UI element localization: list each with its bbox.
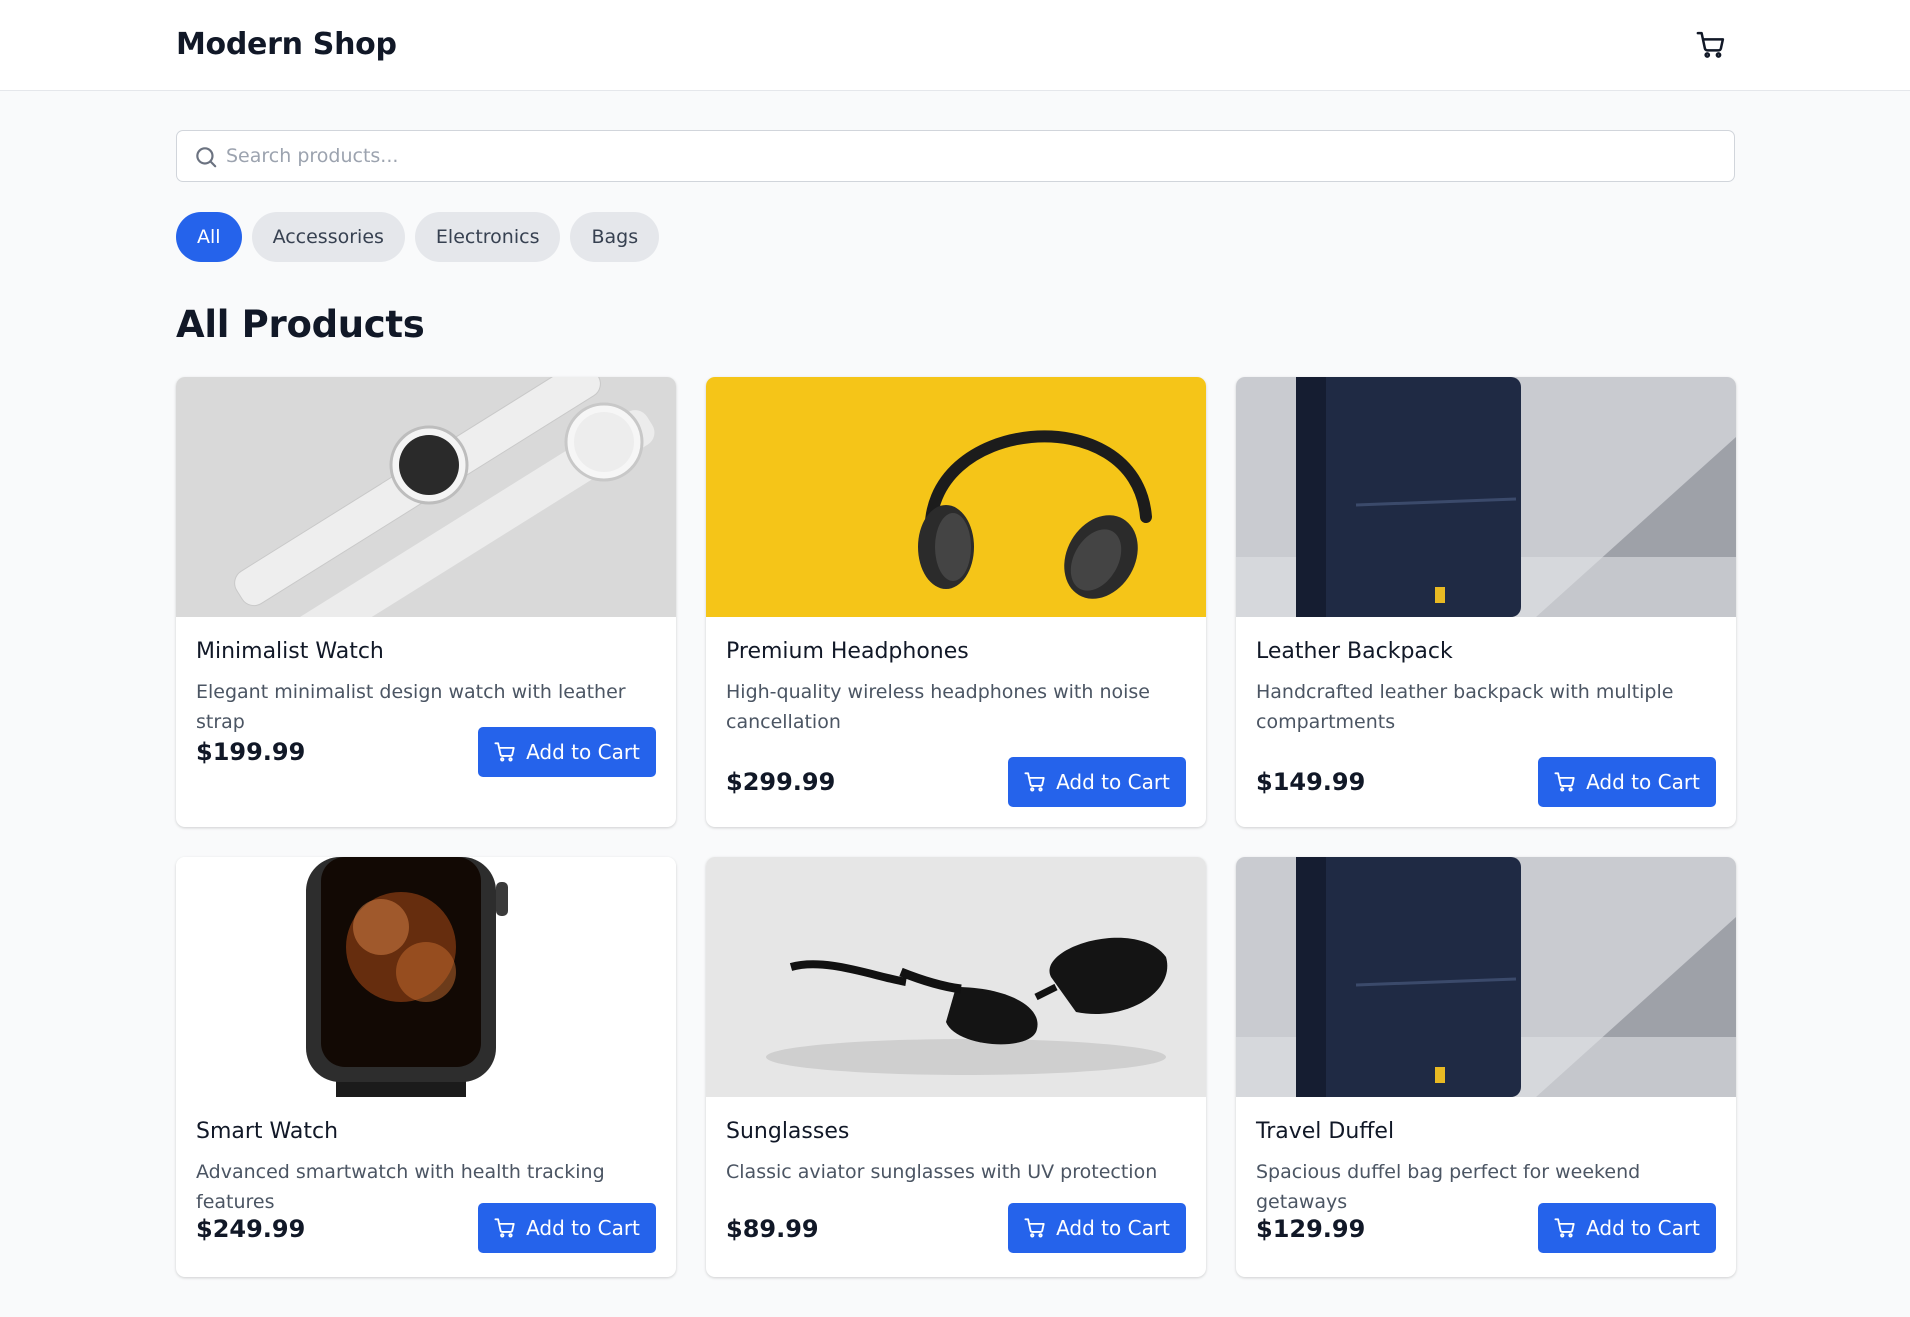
- product-grid: Minimalist Watch Elegant minimalist desi…: [176, 377, 1736, 1277]
- product-price: $89.99: [726, 1215, 819, 1243]
- add-to-cart-button[interactable]: Add to Cart: [478, 1203, 656, 1253]
- product-image-minimalist-watch[interactable]: [176, 377, 676, 617]
- product-image-smart-watch[interactable]: [176, 857, 676, 1097]
- filter-chip-accessories[interactable]: Accessories: [251, 212, 405, 262]
- product-price: $149.99: [1256, 768, 1366, 796]
- product-image-premium-headphones[interactable]: [706, 377, 1206, 617]
- product-price: $299.99: [726, 768, 836, 796]
- product-image-travel-duffel[interactable]: [1236, 857, 1736, 1097]
- product-card: Sunglasses Classic aviator sunglasses wi…: [706, 857, 1206, 1277]
- top-navigation-bar: Modern Shop: [0, 0, 1910, 91]
- cart-icon: [1024, 1218, 1045, 1238]
- product-name: Smart Watch: [196, 1119, 339, 1144]
- cart-icon: [1024, 772, 1045, 792]
- add-to-cart-button[interactable]: Add to Cart: [1008, 757, 1186, 807]
- section-title: All Products: [176, 303, 425, 346]
- product-card: Smart Watch Advanced smartwatch with hea…: [176, 857, 676, 1277]
- category-filter-bar: All Accessories Electronics Bags: [176, 212, 660, 262]
- product-description: Handcrafted leather backpack with multip…: [1256, 681, 1674, 733]
- add-to-cart-label: Add to Cart: [526, 1216, 640, 1240]
- cart-icon: [494, 742, 515, 762]
- product-description: Classic aviator sunglasses with UV prote…: [726, 1161, 1158, 1183]
- product-image-sunglasses[interactable]: [706, 857, 1206, 1097]
- product-description: High-quality wireless headphones with no…: [726, 681, 1150, 733]
- product-card: Premium Headphones High-quality wireless…: [706, 377, 1206, 827]
- product-name: Minimalist Watch: [196, 639, 384, 664]
- product-card: Leather Backpack Handcrafted leather bac…: [1236, 377, 1736, 827]
- product-image-leather-backpack[interactable]: [1236, 377, 1736, 617]
- add-to-cart-label: Add to Cart: [1056, 1216, 1170, 1240]
- add-to-cart-button[interactable]: Add to Cart: [478, 727, 656, 777]
- filter-chip-electronics[interactable]: Electronics: [414, 212, 561, 262]
- brand-logo-text[interactable]: Modern Shop: [176, 27, 397, 62]
- add-to-cart-label: Add to Cart: [1586, 1216, 1700, 1240]
- cart-icon: [1554, 772, 1575, 792]
- cart-icon: [1554, 1218, 1575, 1238]
- search-icon: [196, 147, 217, 168]
- product-name: Leather Backpack: [1256, 639, 1453, 664]
- cart-icon: [494, 1218, 515, 1238]
- product-card: Minimalist Watch Elegant minimalist desi…: [176, 377, 676, 827]
- cart-button[interactable]: [1694, 28, 1728, 62]
- add-to-cart-label: Add to Cart: [1056, 770, 1170, 794]
- filter-chip-bags[interactable]: Bags: [570, 212, 660, 262]
- shopping-cart-icon: [1696, 31, 1725, 58]
- add-to-cart-button[interactable]: Add to Cart: [1538, 757, 1716, 807]
- search-input[interactable]: [226, 131, 1716, 181]
- product-price: $249.99: [196, 1215, 306, 1243]
- add-to-cart-label: Add to Cart: [526, 740, 640, 764]
- product-name: Travel Duffel: [1256, 1119, 1395, 1144]
- search-bar: [176, 130, 1735, 182]
- product-name: Sunglasses: [726, 1119, 850, 1144]
- product-name: Premium Headphones: [726, 639, 969, 664]
- product-price: $129.99: [1256, 1215, 1366, 1243]
- product-card: Travel Duffel Spacious duffel bag perfec…: [1236, 857, 1736, 1277]
- filter-chip-all[interactable]: All: [176, 212, 242, 262]
- add-to-cart-button[interactable]: Add to Cart: [1538, 1203, 1716, 1253]
- product-price: $199.99: [196, 738, 306, 766]
- add-to-cart-label: Add to Cart: [1586, 770, 1700, 794]
- add-to-cart-button[interactable]: Add to Cart: [1008, 1203, 1186, 1253]
